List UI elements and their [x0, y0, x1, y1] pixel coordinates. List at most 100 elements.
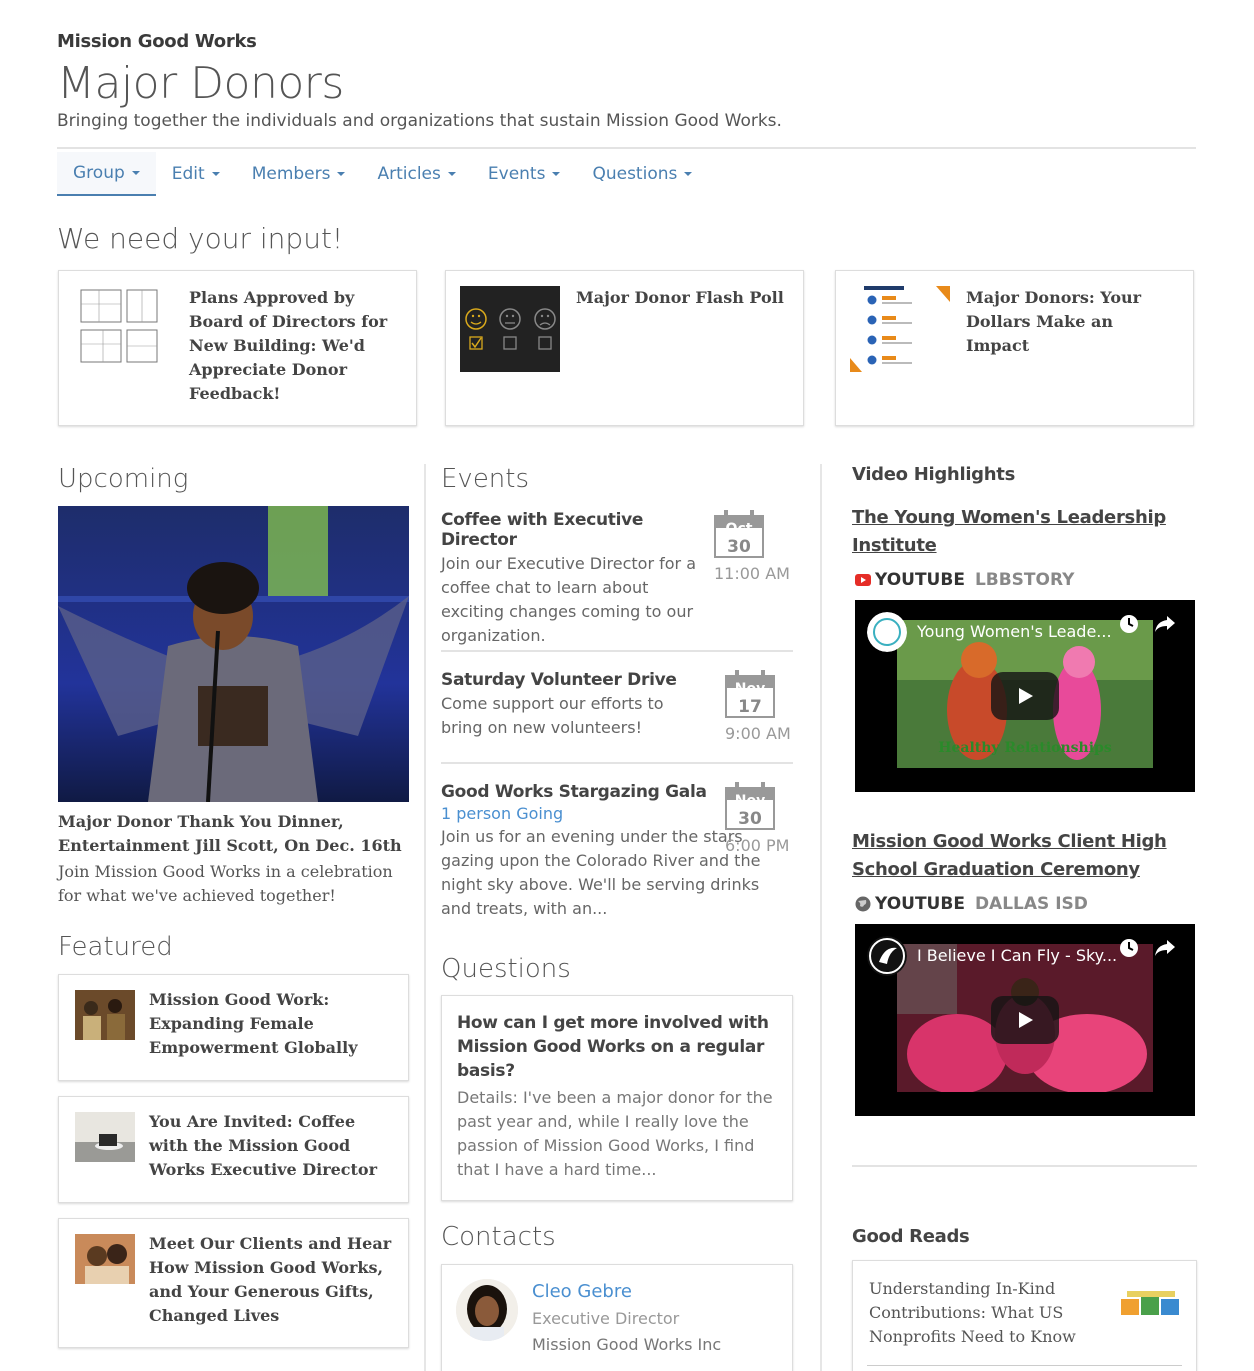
featured-thumb: [75, 990, 135, 1040]
video-link[interactable]: The Young Women's Leadership Institute: [852, 504, 1197, 560]
video-source: YOUTUBE: [875, 570, 965, 590]
video-overlay-text: Healthy Relationships: [938, 740, 1112, 756]
question-desc: Details: I've been a major donor for the…: [457, 1088, 773, 1179]
featured-title: Mission Good Work: Expanding Female Empo…: [149, 990, 358, 1057]
featured-thumb: [75, 1112, 135, 1162]
nav-questions[interactable]: Questions: [576, 152, 708, 196]
video-player-title: I Believe I Can Fly - Sky...: [917, 946, 1118, 965]
event-item[interactable]: Coffee with Executive Director Join our …: [441, 510, 706, 648]
questions-heading: Questions: [441, 954, 571, 984]
calendar-icon: Oct 30: [714, 510, 764, 558]
contact-name[interactable]: Cleo Gebre: [532, 1281, 632, 1302]
caret-down-icon: [211, 172, 220, 176]
page-subtitle: Bringing together the individuals and or…: [57, 111, 782, 131]
avatar[interactable]: [456, 1279, 518, 1341]
featured-item[interactable]: Meet Our Clients and Hear How Mission Go…: [58, 1218, 409, 1348]
featured-thumb: [75, 1234, 135, 1284]
watch-later-icon[interactable]: [1119, 614, 1139, 634]
upcoming-title[interactable]: Major Donor Thank You Dinner, Entertainm…: [58, 810, 408, 858]
video-player[interactable]: Healthy Relationships Young Women's Lead…: [855, 600, 1195, 792]
share-icon[interactable]: [1153, 614, 1177, 634]
event-time: 9:00 AM: [725, 724, 791, 743]
video-channel: DALLAS ISD: [974, 894, 1088, 914]
calendar-day: 30: [727, 537, 751, 557]
nav-edit[interactable]: Edit: [156, 152, 236, 196]
featured-title: You Are Invited: Coffee with the Mission…: [149, 1112, 378, 1179]
channel-logo: [867, 612, 907, 652]
caret-down-icon: [684, 172, 693, 176]
play-icon: [1019, 1012, 1033, 1028]
event-time: 6:00 PM: [725, 836, 790, 855]
group-nav: Group Edit Members Articles Events Quest…: [57, 152, 708, 196]
page-title: Major Donors: [57, 58, 344, 109]
question-card[interactable]: How can I get more involved with Mission…: [441, 995, 793, 1201]
video-channel: LBBSTORY: [974, 570, 1075, 590]
input-card-poll[interactable]: Major Donor Flash Poll: [445, 270, 804, 426]
video-player-title: Young Women's Leade...: [917, 622, 1112, 641]
featured-item[interactable]: Mission Good Work: Expanding Female Empo…: [58, 974, 409, 1081]
play-button[interactable]: [991, 672, 1059, 720]
calendar-month: Nov: [735, 681, 765, 697]
input-heading: We need your input!: [57, 222, 344, 255]
event-title[interactable]: Saturday Volunteer Drive: [441, 670, 706, 690]
org-name: Mission Good Works: [57, 31, 257, 52]
calendar-day: 30: [738, 809, 762, 829]
video-link[interactable]: Mission Good Works Client High School Gr…: [852, 828, 1197, 884]
contact-role: Executive Director: [532, 1309, 680, 1328]
nav-events[interactable]: Events: [472, 152, 577, 196]
event-title[interactable]: Coffee with Executive Director: [441, 510, 706, 550]
video-meta: YOUTUBE DALLAS ISD: [855, 894, 1088, 914]
featured-heading: Featured: [58, 932, 173, 962]
upcoming-desc: Join Mission Good Works in a celebration…: [58, 862, 393, 905]
good-reads-title[interactable]: Understanding In-Kind Contributions: Wha…: [869, 1277, 1099, 1349]
upcoming-heading: Upcoming: [58, 464, 189, 494]
youtube-icon: [855, 574, 871, 586]
smiley-poll-icon: [460, 286, 560, 372]
caret-down-icon: [131, 171, 140, 175]
video-source: YOUTUBE: [875, 894, 965, 914]
nav-articles[interactable]: Articles: [361, 152, 471, 196]
floorplan-icon: [80, 289, 158, 363]
event-desc: Come support our efforts to bring on new…: [441, 694, 664, 737]
right-divider: [852, 1165, 1197, 1167]
featured-title: Meet Our Clients and Hear How Mission Go…: [149, 1234, 392, 1325]
globe-icon: [855, 896, 871, 912]
results-infographic: [850, 286, 950, 372]
good-reads-card[interactable]: Understanding In-Kind Contributions: Wha…: [852, 1260, 1197, 1371]
share-icon[interactable]: [1153, 938, 1177, 958]
calendar-icon: Nov 17: [725, 670, 775, 718]
event-desc: Join our Executive Director for a coffee…: [441, 554, 697, 645]
play-button[interactable]: [991, 996, 1059, 1044]
column-divider: [820, 464, 822, 1371]
featured-item[interactable]: You Are Invited: Coffee with the Mission…: [58, 1096, 409, 1203]
contact-card: Cleo Gebre Executive Director Mission Go…: [441, 1264, 793, 1371]
nav-group[interactable]: Group: [57, 152, 156, 196]
event-time: 11:00 AM: [714, 564, 790, 583]
question-title[interactable]: How can I get more involved with Mission…: [457, 1011, 777, 1083]
event-divider: [441, 762, 793, 764]
upcoming-image[interactable]: [58, 506, 409, 802]
contacts-heading: Contacts: [441, 1222, 556, 1252]
caret-down-icon: [337, 172, 346, 176]
caret-down-icon: [447, 172, 456, 176]
input-card-title: Major Donors: Your Dollars Make an Impac…: [966, 288, 1142, 355]
column-divider: [424, 464, 426, 1371]
calendar-day: 17: [738, 697, 762, 717]
event-item[interactable]: Saturday Volunteer Drive Come support ou…: [441, 670, 706, 740]
nav-members[interactable]: Members: [236, 152, 362, 196]
caret-down-icon: [552, 172, 561, 176]
channel-logo: [867, 936, 907, 976]
input-card-title: Major Donor Flash Poll: [576, 288, 784, 307]
calendar-month: Nov: [735, 793, 765, 809]
good-reads-divider: [867, 1365, 1182, 1366]
events-heading: Events: [441, 464, 530, 494]
watch-later-icon[interactable]: [1119, 938, 1139, 958]
calendar-icon: Nov 30: [725, 782, 775, 830]
header-divider: [57, 147, 1196, 149]
input-card-floorplan[interactable]: Plans Approved by Board of Directors for…: [58, 270, 417, 426]
video-player[interactable]: I Believe I Can Fly - Sky...: [855, 924, 1195, 1116]
contact-org: Mission Good Works Inc: [532, 1335, 722, 1354]
input-card-impact[interactable]: Major Donors: Your Dollars Make an Impac…: [835, 270, 1194, 426]
calendar-month: Oct: [726, 521, 753, 537]
good-reads-heading: Good Reads: [852, 1226, 970, 1247]
